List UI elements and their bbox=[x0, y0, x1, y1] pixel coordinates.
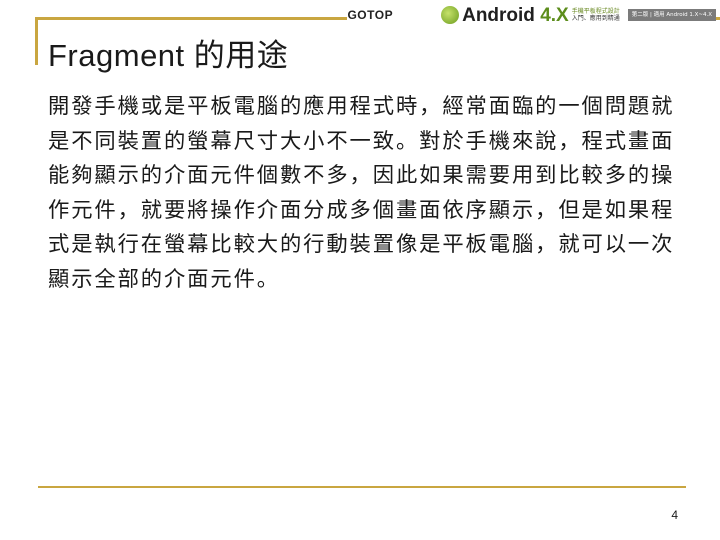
series-tag: 第二版 | 適用 Android 1.X~4.X bbox=[627, 9, 716, 21]
title-side-rule bbox=[35, 17, 38, 65]
book-logo-badge: Android 4.X 手機平板程式設計 入門、應用到精通 bbox=[441, 6, 620, 25]
android-icon bbox=[441, 6, 460, 24]
page-number: 4 bbox=[671, 508, 678, 522]
footer-rule bbox=[38, 486, 686, 488]
book-logo: Android 4.X bbox=[462, 6, 569, 25]
badge-text: 手機平板程式設計 入門、應用到精通 bbox=[572, 8, 620, 22]
page-title: Fragment 的用途 bbox=[48, 38, 289, 73]
book-logo-version: 4.X bbox=[540, 4, 569, 26]
badge-line1: 手機平板程式設計 bbox=[571, 8, 620, 15]
book-logo-main: Android bbox=[462, 4, 535, 26]
publisher-logo: GOTOP bbox=[347, 8, 394, 22]
header-logos: GOTOP Android 4.X 手機平板程式設計 入門、應用到精通 第二版 … bbox=[347, 4, 716, 26]
badge-line2: 入門、應用到精通 bbox=[571, 15, 620, 22]
body-paragraph: 開發手機或是平板電腦的應用程式時，經常面臨的一個問題就是不同裝置的螢幕尺寸大小不… bbox=[48, 94, 675, 292]
